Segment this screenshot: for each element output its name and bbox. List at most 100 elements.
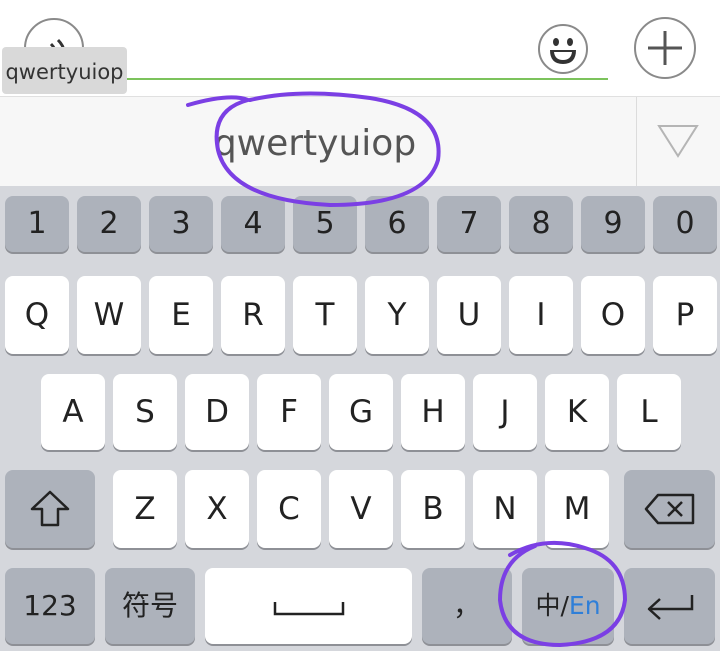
key-label: P bbox=[675, 297, 695, 333]
key-2[interactable]: 2 bbox=[77, 196, 141, 252]
key-label: F bbox=[280, 394, 298, 430]
key-label: U bbox=[457, 297, 481, 333]
key-q[interactable]: Q bbox=[5, 276, 69, 354]
key-label: Z bbox=[134, 491, 156, 527]
lang-en: En bbox=[568, 591, 601, 620]
ime-screen: qwertyuiop qwertyuiop 1 2 3 4 5 6 7 8 9 … bbox=[0, 0, 720, 651]
key-f[interactable]: F bbox=[257, 374, 321, 450]
key-label: I bbox=[536, 297, 546, 333]
key-label: M bbox=[563, 491, 591, 527]
smiley-face-icon bbox=[550, 38, 576, 64]
return-arrow-icon bbox=[647, 595, 694, 620]
key-label: K bbox=[566, 394, 588, 430]
key-y[interactable]: Y bbox=[365, 276, 429, 354]
key-9[interactable]: 9 bbox=[581, 196, 645, 252]
key-a[interactable]: A bbox=[41, 374, 105, 450]
key-label: 3 bbox=[171, 206, 191, 241]
key-label: R bbox=[242, 297, 264, 333]
language-switch-label: 中/En bbox=[522, 568, 614, 644]
key-8[interactable]: 8 bbox=[509, 196, 573, 252]
numbers-key[interactable]: 123 bbox=[5, 568, 95, 644]
shift-key[interactable] bbox=[5, 470, 95, 548]
key-e[interactable]: E bbox=[149, 276, 213, 354]
space-key[interactable] bbox=[205, 568, 412, 644]
key-h[interactable]: H bbox=[401, 374, 465, 450]
key-label: S bbox=[135, 394, 155, 430]
symbols-key[interactable]: 符号 bbox=[105, 568, 195, 644]
key-j[interactable]: J bbox=[473, 374, 537, 450]
shift-arrow-icon bbox=[30, 490, 70, 527]
key-label: Q bbox=[24, 297, 50, 333]
key-r[interactable]: R bbox=[221, 276, 285, 354]
key-5[interactable]: 5 bbox=[293, 196, 357, 252]
key-label: T bbox=[315, 297, 335, 333]
key-g[interactable]: G bbox=[329, 374, 393, 450]
key-t[interactable]: T bbox=[293, 276, 357, 354]
key-n[interactable]: N bbox=[473, 470, 537, 548]
key-label: 1 bbox=[27, 206, 47, 241]
key-label: H bbox=[421, 394, 445, 430]
key-k[interactable]: K bbox=[545, 374, 609, 450]
key-label: W bbox=[93, 297, 125, 333]
key-label: 符号 bbox=[121, 589, 178, 622]
key-b[interactable]: B bbox=[401, 470, 465, 548]
emoji-button[interactable] bbox=[538, 24, 588, 74]
key-label: G bbox=[348, 394, 374, 430]
key-label: 5 bbox=[315, 206, 335, 241]
key-label: Y bbox=[387, 297, 407, 333]
key-3[interactable]: 3 bbox=[149, 196, 213, 252]
key-c[interactable]: C bbox=[257, 470, 321, 548]
space-bar-icon bbox=[273, 602, 345, 616]
key-d[interactable]: D bbox=[185, 374, 249, 450]
key-u[interactable]: U bbox=[437, 276, 501, 354]
candidate-item[interactable]: qwertyuiop bbox=[180, 119, 450, 169]
key-7[interactable]: 7 bbox=[437, 196, 501, 252]
composer-bar: qwertyuiop bbox=[0, 0, 720, 96]
key-label: 9 bbox=[603, 206, 623, 241]
key-label: J bbox=[500, 394, 510, 430]
key-z[interactable]: Z bbox=[113, 470, 177, 548]
key-label: 7 bbox=[459, 206, 479, 241]
key-1[interactable]: 1 bbox=[5, 196, 69, 252]
comma-key[interactable]: ， bbox=[422, 568, 512, 644]
input-underline[interactable] bbox=[96, 78, 608, 80]
key-s[interactable]: S bbox=[113, 374, 177, 450]
expand-candidates-button[interactable] bbox=[637, 97, 720, 187]
key-label: ， bbox=[452, 589, 481, 622]
key-label: O bbox=[600, 297, 626, 333]
triangle-down-icon bbox=[657, 125, 699, 158]
key-p[interactable]: P bbox=[653, 276, 717, 354]
key-label: X bbox=[206, 491, 228, 527]
key-0[interactable]: 0 bbox=[653, 196, 717, 252]
key-label: N bbox=[493, 491, 517, 527]
key-label: 6 bbox=[387, 206, 407, 241]
lang-zh: 中 bbox=[535, 591, 561, 620]
key-i[interactable]: I bbox=[509, 276, 573, 354]
plus-icon bbox=[648, 31, 682, 65]
language-switch-key[interactable]: 中/En bbox=[522, 568, 614, 644]
key-l[interactable]: L bbox=[617, 374, 681, 450]
key-6[interactable]: 6 bbox=[365, 196, 429, 252]
keyboard: 1 2 3 4 5 6 7 8 9 0 Q W E R T Y U I O P … bbox=[0, 186, 720, 651]
key-label: 4 bbox=[243, 206, 263, 241]
enter-key[interactable] bbox=[624, 568, 715, 644]
key-m[interactable]: M bbox=[545, 470, 609, 548]
backspace-icon bbox=[644, 493, 695, 525]
key-label: L bbox=[640, 394, 658, 430]
lang-sep: / bbox=[560, 591, 569, 620]
key-label: V bbox=[350, 491, 372, 527]
key-label: E bbox=[171, 297, 191, 333]
candidate-bar: qwertyuiop bbox=[0, 96, 720, 187]
key-label: A bbox=[62, 394, 84, 430]
key-label: C bbox=[278, 491, 300, 527]
key-label: 0 bbox=[675, 206, 695, 241]
key-label: B bbox=[422, 491, 444, 527]
key-w[interactable]: W bbox=[77, 276, 141, 354]
backspace-key[interactable] bbox=[624, 470, 715, 548]
key-label: D bbox=[205, 394, 229, 430]
plus-button[interactable] bbox=[634, 17, 696, 79]
key-x[interactable]: X bbox=[185, 470, 249, 548]
key-o[interactable]: O bbox=[581, 276, 645, 354]
key-4[interactable]: 4 bbox=[221, 196, 285, 252]
key-v[interactable]: V bbox=[329, 470, 393, 548]
